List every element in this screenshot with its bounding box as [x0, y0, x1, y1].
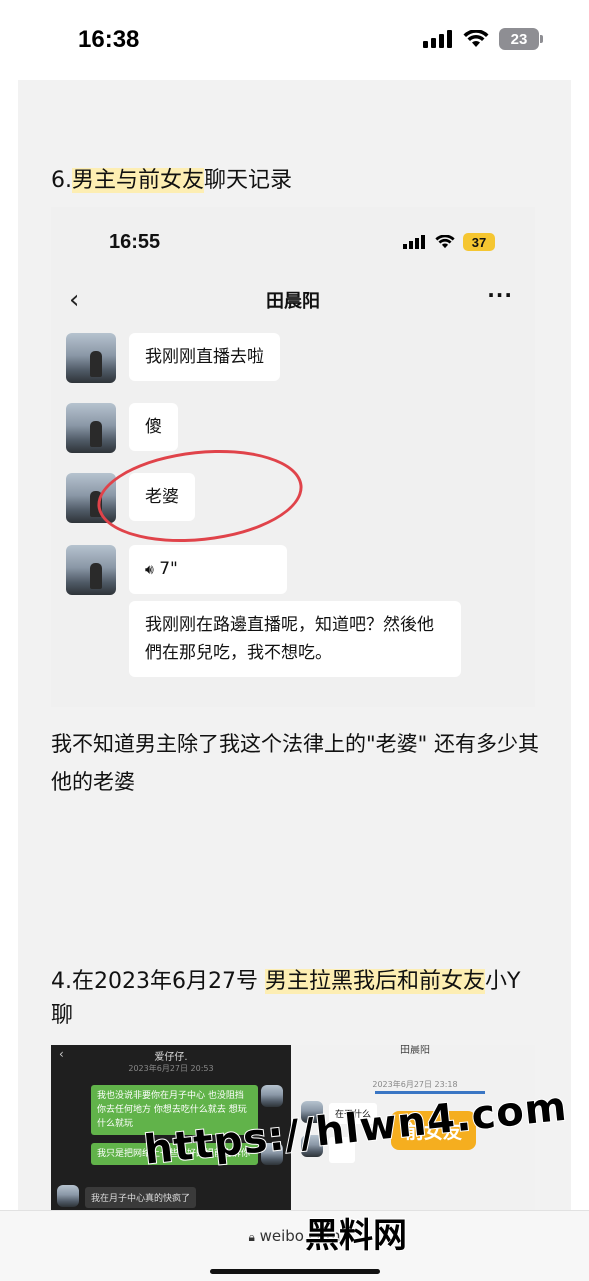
chat-bubble: 我刚刚直播去啦: [129, 333, 280, 381]
status-time: 16:38: [78, 26, 140, 53]
avatar: [66, 333, 116, 383]
avatar: [261, 1085, 283, 1107]
screenshot-time: 16:55: [109, 231, 161, 253]
chat-bubble: 傻: [129, 403, 178, 451]
voice-duration: 7": [159, 559, 178, 579]
status-bar: 16:38 23: [0, 0, 589, 80]
battery-icon: 23: [499, 28, 543, 50]
wifi-icon: [463, 30, 489, 47]
status-icons: 23: [423, 28, 543, 50]
chat-bubble: 我刚刚在路邊直播呢，知道吧？然後他們在那兒吃，我不想吃。: [129, 601, 461, 677]
thumb-date: 2023年6月27日 20:53: [128, 1064, 214, 1073]
section-heading-chat: 6.男主与前女友聊天记录: [51, 168, 293, 193]
avatar: [57, 1185, 79, 1207]
battery-icon: 37: [463, 233, 495, 251]
red-circle-annotation: [92, 440, 308, 552]
signal-icon: [423, 30, 452, 48]
avatar: [66, 545, 116, 595]
watermark-site-name: 黑料网: [304, 1215, 408, 1257]
more-icon: ···: [487, 283, 513, 307]
signal-icon: [403, 235, 425, 249]
home-indicator[interactable]: [210, 1269, 380, 1274]
voice-message: 🔊︎ 7": [129, 545, 287, 594]
avatar: [66, 403, 116, 453]
lock-icon: 🔒︎: [248, 1230, 255, 1244]
chat-bubble: 我在月子中心真的快疯了: [85, 1187, 197, 1208]
thumb-title: 爱仔仔.: [154, 1052, 188, 1063]
section-heading-blocked: 4.在2023年6月27号 男主拉黑我后和前女友小Y聊: [51, 969, 521, 1028]
body-paragraph: 我不知道男主除了我这个法律上的"老婆" 还有多少其他的老婆: [51, 732, 539, 794]
wifi-icon: [435, 235, 455, 249]
chat-title: 田晨阳: [266, 291, 320, 312]
highlight-text: 男主拉黑我后和前女友: [264, 969, 485, 994]
voice-icon: 🔊︎: [145, 562, 154, 578]
article-card: 6.男主与前女友聊天记录 16:55 37 ‹ 田晨阳 ··· 我刚刚直播去啦 …: [18, 80, 571, 1210]
thumb-title: 田晨阳: [400, 1045, 430, 1056]
url-bar[interactable]: 🔒︎ weibo.com: [0, 1227, 589, 1245]
chat-screenshot[interactable]: 16:55 37 ‹ 田晨阳 ··· 我刚刚直播去啦 傻 老婆 🔊︎ 7" 我刚…: [51, 207, 535, 707]
browser-bottom-bar: 🔒︎ weibo.com: [0, 1210, 589, 1281]
highlight-text: 男主与前女友: [72, 168, 205, 193]
thumb-date: 2023年6月27日 23:18: [372, 1080, 458, 1089]
